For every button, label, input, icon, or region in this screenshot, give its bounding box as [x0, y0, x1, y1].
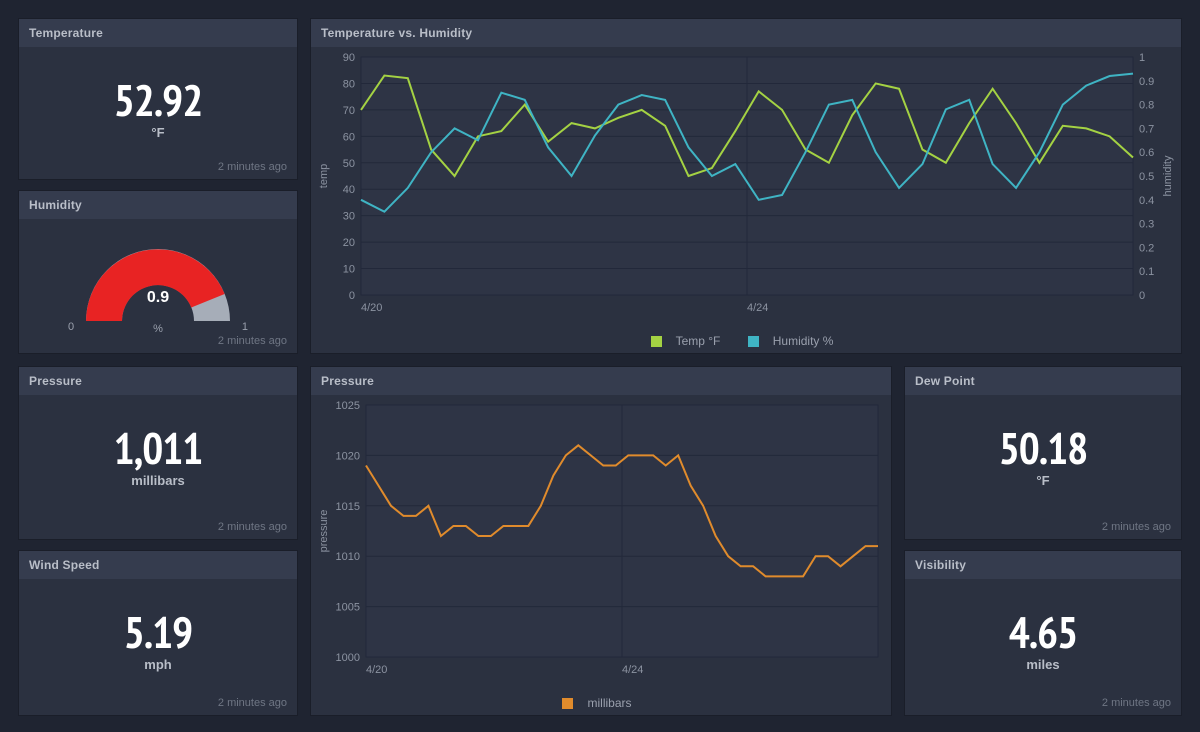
svg-text:40: 40	[343, 184, 355, 196]
temp-humidity-chart[interactable]: 0 10 20 30 40 50 60 70 80 90 0 0.1 0.2 0.3 0.4 0.5 0.6 0.…	[311, 47, 1183, 325]
svg-text:1015: 1015	[336, 501, 360, 513]
panel-humidity: Humidity 0.9 0 % 1 2 minutes ago	[18, 190, 298, 354]
visibility-value: 4.65 miles	[905, 611, 1181, 672]
panel-windspeed: Wind Speed 5.19 mph 2 minutes ago	[18, 550, 298, 716]
svg-text:0.2: 0.2	[1139, 242, 1154, 254]
gauge-min: 0	[68, 321, 74, 335]
humidity-gauge: 0.9 0 % 1	[19, 231, 297, 335]
panel-dewpoint: Dew Point 50.18 °F 2 minutes ago	[904, 366, 1182, 540]
svg-text:30: 30	[343, 211, 355, 223]
svg-text:1010: 1010	[336, 551, 360, 563]
svg-text:0.4: 0.4	[1139, 195, 1154, 207]
panel-title: Humidity	[19, 191, 297, 219]
svg-text:50: 50	[343, 158, 355, 170]
panel-title: Visibility	[905, 551, 1181, 579]
timestamp: 2 minutes ago	[218, 335, 287, 347]
svg-text:4/24: 4/24	[747, 302, 768, 314]
svg-text:1020: 1020	[336, 450, 360, 462]
panel-pressure-stat: Pressure 1,011 millibars 2 minutes ago	[18, 366, 298, 540]
svg-text:20: 20	[343, 237, 355, 249]
svg-text:0: 0	[349, 290, 355, 302]
windspeed-value: 5.19 mph	[19, 611, 297, 672]
svg-text:1025: 1025	[336, 400, 360, 412]
gauge-unit: %	[153, 323, 163, 335]
svg-text:0: 0	[1139, 290, 1145, 302]
svg-text:1: 1	[1139, 52, 1145, 64]
timestamp: 2 minutes ago	[1102, 521, 1171, 533]
panel-title: Wind Speed	[19, 551, 297, 579]
panel-title: Pressure	[19, 367, 297, 395]
pressure-value: 1,011 millibars	[19, 427, 297, 488]
svg-text:0.9: 0.9	[1139, 76, 1154, 88]
svg-text:0.5: 0.5	[1139, 171, 1154, 183]
panel-title: Dew Point	[905, 367, 1181, 395]
svg-text:temp: temp	[318, 164, 330, 188]
timestamp: 2 minutes ago	[1102, 697, 1171, 709]
svg-text:humidity: humidity	[1162, 155, 1174, 196]
svg-text:0.6: 0.6	[1139, 147, 1154, 159]
panel-visibility: Visibility 4.65 miles 2 minutes ago	[904, 550, 1182, 716]
panel-title: Temperature	[19, 19, 297, 47]
svg-text:80: 80	[343, 78, 355, 90]
gauge-max: 1	[242, 321, 248, 335]
svg-text:pressure: pressure	[318, 510, 330, 553]
svg-text:4/24: 4/24	[622, 664, 643, 676]
timestamp: 2 minutes ago	[218, 521, 287, 533]
svg-text:0.1: 0.1	[1139, 266, 1154, 278]
svg-text:90: 90	[343, 52, 355, 64]
panel-title: Pressure	[311, 367, 891, 395]
temperature-value: 52.92 °F	[19, 79, 297, 140]
dewpoint-value: 50.18 °F	[905, 427, 1181, 488]
pressure-chart[interactable]: 1000 1005 1010 1015 1020 1025 4/20 4/24 pressure	[311, 395, 893, 687]
gauge-icon	[58, 231, 258, 321]
svg-text:1000: 1000	[336, 652, 360, 664]
panel-temp-humidity-chart[interactable]: Temperature vs. Humidity 010203040506070…	[310, 18, 1182, 354]
panel-title: Temperature vs. Humidity	[311, 19, 1181, 47]
svg-text:0.8: 0.8	[1139, 100, 1154, 112]
svg-text:60: 60	[343, 131, 355, 143]
panel-temperature: Temperature 52.92 °F 2 minutes ago	[18, 18, 298, 180]
svg-text:4/20: 4/20	[366, 664, 387, 676]
svg-text:0.7: 0.7	[1139, 123, 1154, 135]
svg-text:70: 70	[343, 105, 355, 117]
panel-pressure-chart[interactable]: Pressure 1000 1005 1010 1015 1020 1025 4/20 4/2…	[310, 366, 892, 716]
svg-text:4/20: 4/20	[361, 302, 382, 314]
svg-text:0.3: 0.3	[1139, 219, 1154, 231]
svg-text:1005: 1005	[336, 602, 360, 614]
timestamp: 2 minutes ago	[218, 161, 287, 173]
legend: Temp °F Humidity %	[311, 334, 1181, 350]
legend: millibars	[311, 696, 891, 712]
timestamp: 2 minutes ago	[218, 697, 287, 709]
svg-text:10: 10	[343, 264, 355, 276]
gauge-value: 0.9	[19, 289, 297, 307]
